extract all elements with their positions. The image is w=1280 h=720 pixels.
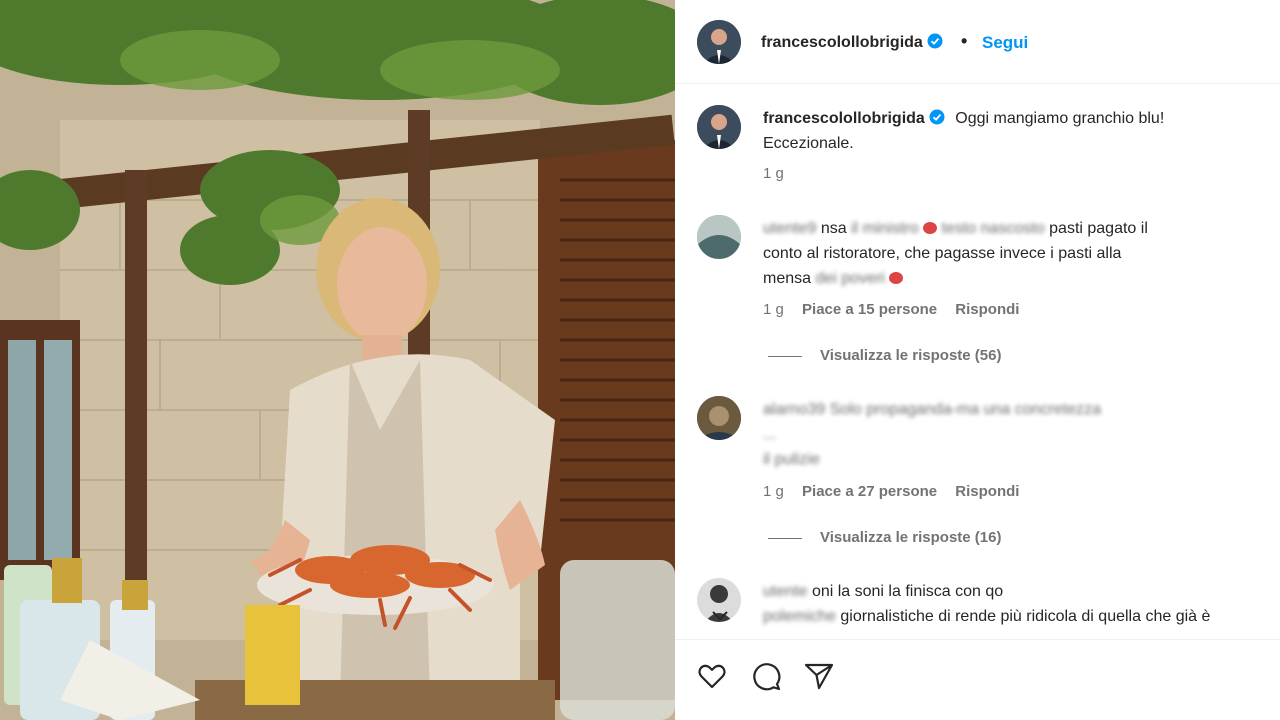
comment-text-line: giornalistiche di rende più ridicola di … — [840, 608, 1211, 625]
comment-time[interactable]: 1 g — [763, 483, 784, 500]
caption-username[interactable]: francescolollobrigida — [763, 110, 925, 127]
comment-redacted: polemiche — [763, 608, 841, 625]
comment-text-line: il pulizie — [763, 451, 820, 468]
comment-meta: 1 g Piace a 27 persone Rispondi — [763, 483, 1033, 500]
comments-section: francescolollobrigida Oggi mangiamo gran… — [675, 84, 1280, 639]
post-image — [0, 0, 675, 720]
post-header: francescolollobrigida • Segui — [675, 0, 1280, 84]
comment-redacted: utente — [763, 583, 812, 600]
comment-avatar[interactable] — [697, 396, 741, 440]
caption-text: francescolollobrigida Oggi mangiamo gran… — [763, 106, 1263, 156]
view-replies-label[interactable]: Visualizza le risposte (16) — [820, 529, 1001, 546]
comment-icon[interactable] — [750, 660, 782, 692]
comment-text: utente oni la soni la finisca con qo pol… — [763, 579, 1268, 629]
author-username[interactable]: francescolollobrigida — [761, 33, 943, 52]
separator-dot: • — [961, 31, 968, 51]
comment-text: alarno39 Solo propaganda-ma una concrete… — [763, 397, 1268, 472]
author-username-text[interactable]: francescolollobrigida — [761, 34, 923, 51]
reply-button[interactable]: Rispondi — [955, 301, 1019, 318]
post-side-panel: francescolollobrigida • Segui francescol… — [675, 0, 1280, 720]
comment-text-line: alarno39 Solo propaganda-ma una concrete… — [763, 401, 1102, 418]
share-icon[interactable] — [803, 660, 835, 692]
comment-avatar[interactable] — [697, 215, 741, 259]
redaction-mark — [889, 272, 904, 284]
verified-icon — [927, 33, 943, 49]
replies-divider — [768, 537, 802, 539]
comment-meta: 1 g Piace a 15 persone Rispondi — [763, 301, 1033, 318]
comment-text-fragment: mensa — [763, 270, 812, 287]
comment-redacted: utente9 — [763, 220, 821, 237]
author-avatar[interactable] — [697, 20, 741, 64]
comment-likes[interactable]: Piace a 15 persone — [802, 301, 937, 318]
redaction-mark — [923, 222, 938, 234]
caption-avatar[interactable] — [697, 105, 741, 149]
heart-icon[interactable] — [696, 660, 728, 692]
reply-button[interactable]: Rispondi — [955, 483, 1019, 500]
view-replies-label[interactable]: Visualizza le risposte (56) — [820, 347, 1001, 364]
caption-time[interactable]: 1 g — [763, 165, 784, 182]
comment-text-line: oni la soni la finisca con qo — [811, 583, 1004, 600]
caption-body: Oggi mangiamo granchio blu! — [955, 110, 1165, 127]
comment-redacted: il ministro — [846, 220, 924, 237]
follow-button[interactable]: Segui — [982, 33, 1028, 53]
comment-text: utente9 nsa il ministro testo nascosto p… — [763, 216, 1268, 291]
replies-divider — [768, 355, 802, 357]
verified-icon — [929, 109, 945, 125]
caption-body-line2: Eccezionale. — [763, 135, 854, 152]
chevron-down-icon[interactable] — [709, 604, 731, 626]
comment-time[interactable]: 1 g — [763, 301, 784, 318]
comment-redacted: dei poveri — [811, 270, 890, 287]
comment-text-line: conto al ristoratore, che pagasse invece… — [763, 245, 1122, 262]
view-replies-button[interactable]: Visualizza le risposte (56) — [768, 347, 1001, 364]
caption-meta: 1 g — [763, 165, 798, 182]
post-actions — [675, 639, 1280, 720]
comment-text-line: ... — [763, 426, 777, 443]
comment-likes[interactable]: Piace a 27 persone — [802, 483, 937, 500]
post-photo — [0, 0, 675, 720]
comment-redacted: testo nascosto — [937, 220, 1050, 237]
view-replies-button[interactable]: Visualizza le risposte (16) — [768, 529, 1001, 546]
comment-text-fragment: nsa — [820, 220, 847, 237]
comment-text-fragment: pasti pagato il — [1049, 220, 1148, 237]
